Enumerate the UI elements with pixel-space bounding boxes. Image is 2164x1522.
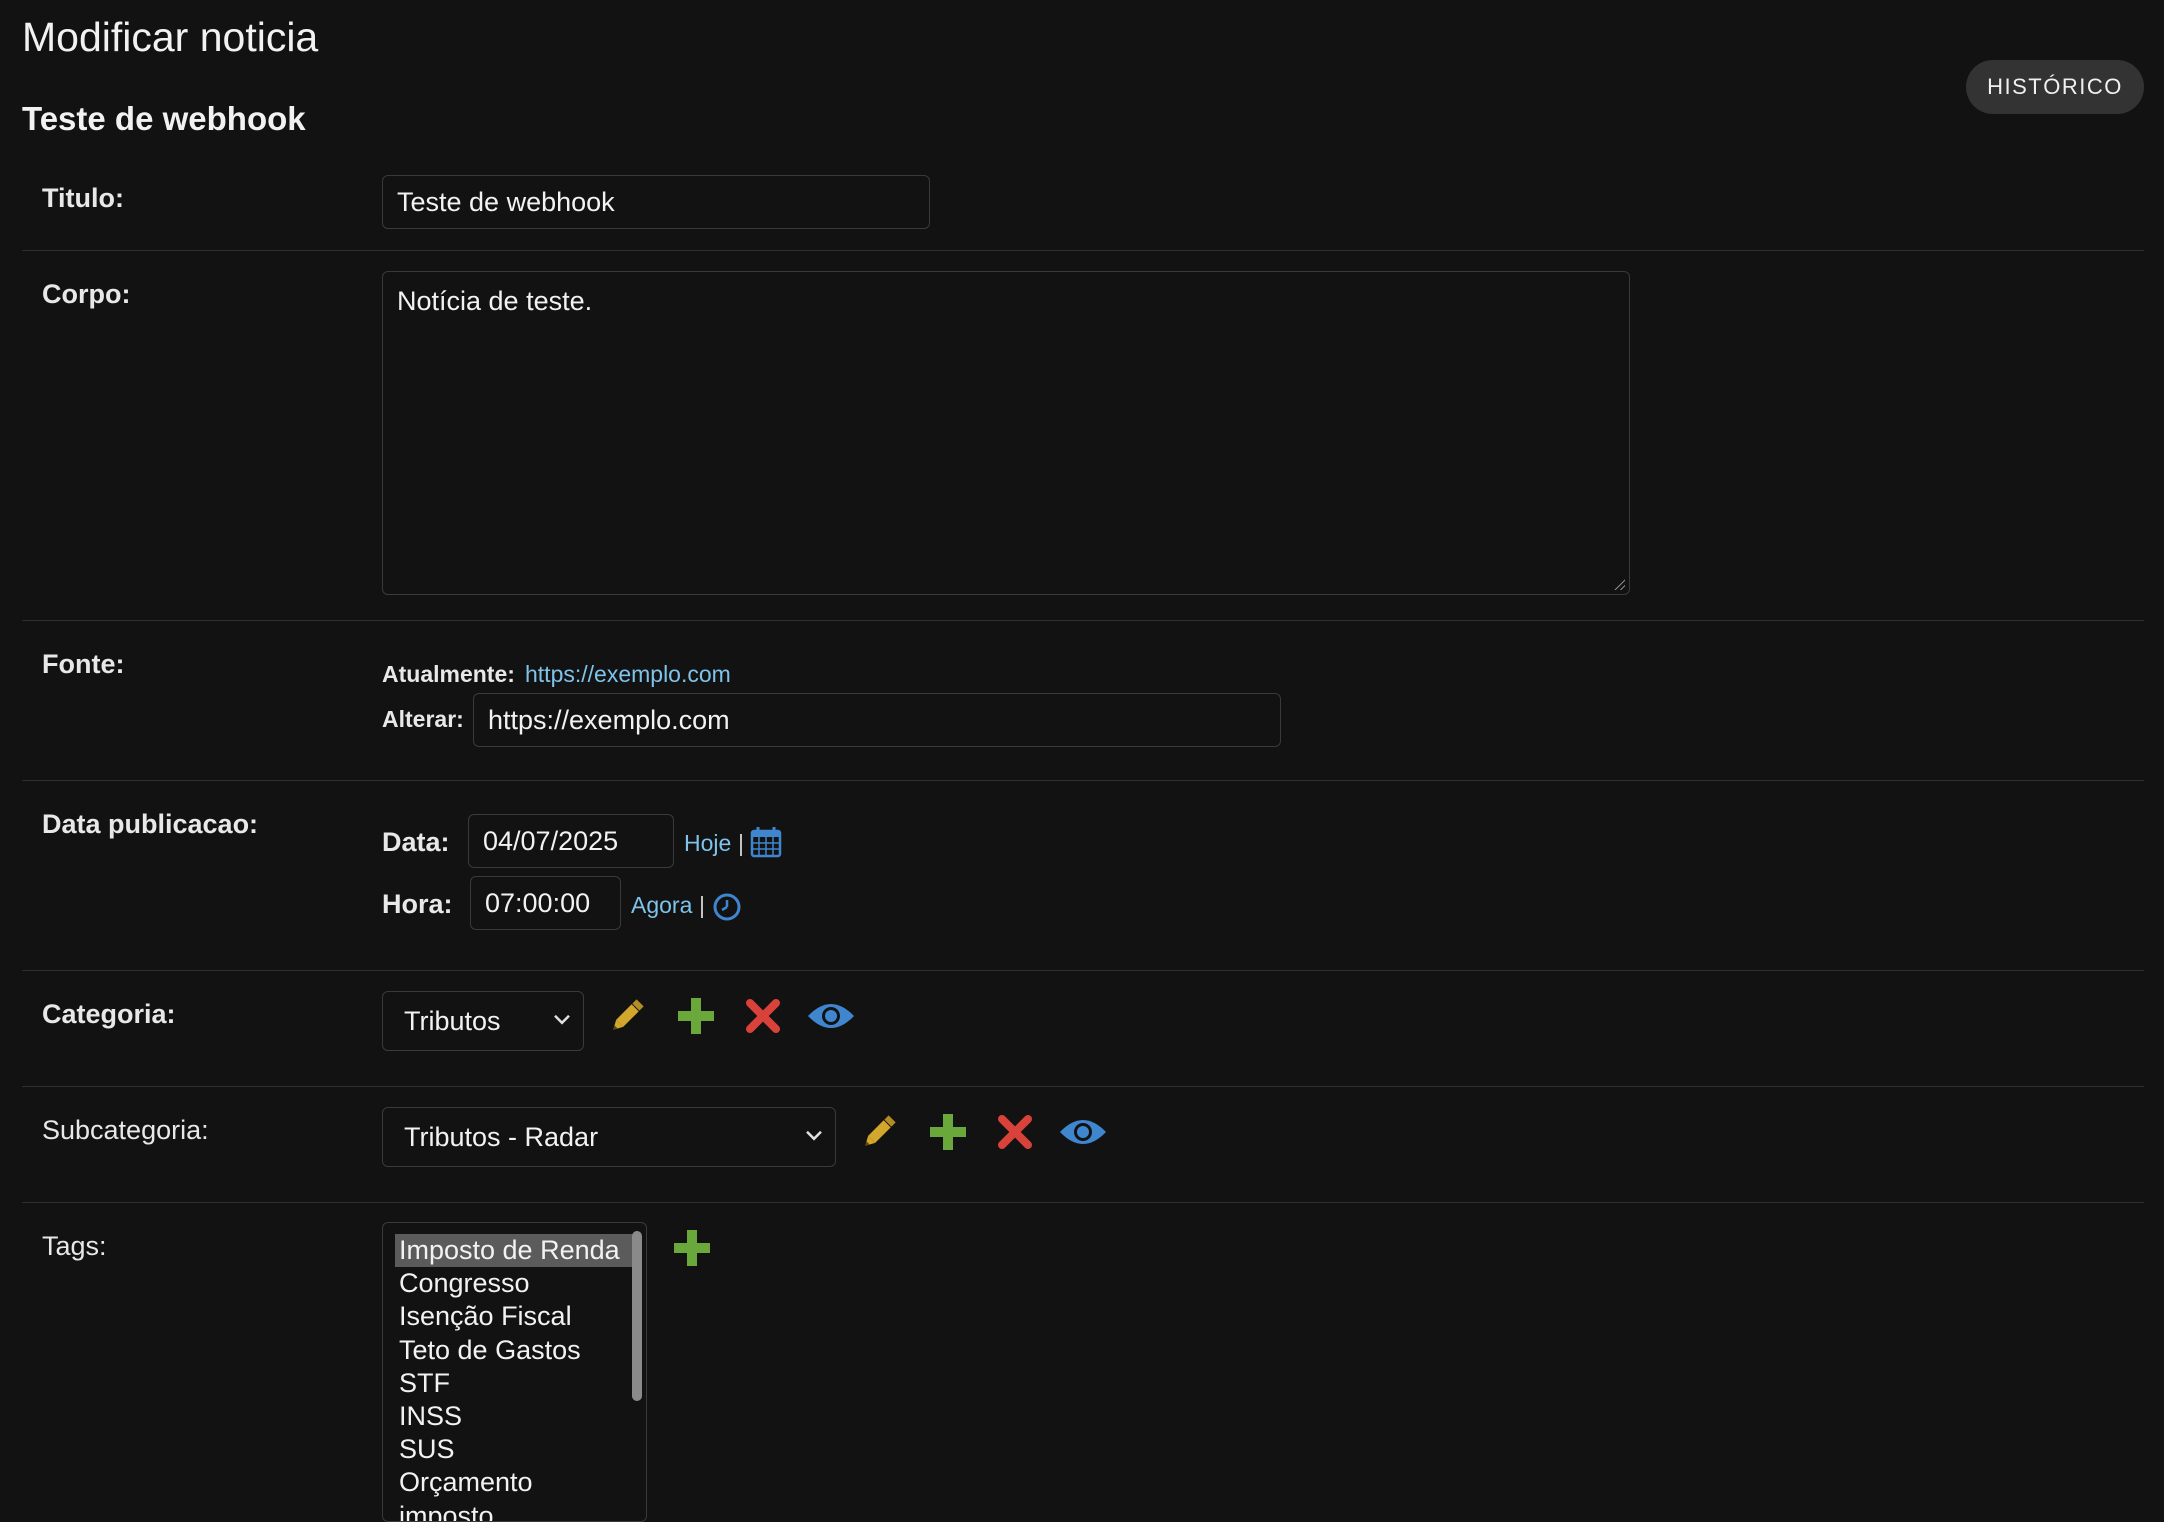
- tag-option[interactable]: Teto de Gastos: [383, 1334, 646, 1367]
- fonte-current-label: Atualmente:: [382, 661, 515, 687]
- time-input[interactable]: 07:00:00: [470, 876, 621, 930]
- date-value: 04/07/2025: [483, 825, 619, 856]
- row-divider: [22, 1086, 2144, 1087]
- tag-option[interactable]: Imposto de Renda: [395, 1234, 636, 1268]
- clock-icon[interactable]: [712, 892, 742, 922]
- tag-option[interactable]: imposto: [383, 1500, 646, 1522]
- fonte-change-label: Alterar:: [382, 706, 464, 732]
- categoria-select[interactable]: Tributos: [382, 991, 584, 1051]
- object-title: Teste de webhook: [22, 100, 306, 137]
- subcategoria-select[interactable]: Tributos - Radar: [382, 1107, 836, 1167]
- eye-icon[interactable]: [1058, 1114, 1108, 1150]
- fonte-value: https://exemplo.com: [488, 704, 730, 735]
- time-label: Hora:: [382, 889, 453, 919]
- plus-icon[interactable]: [672, 1228, 712, 1268]
- history-button[interactable]: HISTÓRICO: [1966, 60, 2144, 114]
- tag-option[interactable]: Congresso: [383, 1267, 646, 1300]
- tag-option[interactable]: STF: [383, 1367, 646, 1400]
- plus-icon[interactable]: [676, 996, 716, 1036]
- calendar-icon[interactable]: [750, 826, 782, 858]
- separator: |: [699, 892, 705, 918]
- subcategoria-label: Subcategoria:: [42, 1115, 209, 1145]
- plus-icon[interactable]: [928, 1112, 968, 1152]
- data-publicacao-label: Data publicacao:: [42, 809, 259, 839]
- chevron-down-icon: [554, 1014, 570, 1025]
- fonte-label: Fonte:: [42, 649, 125, 679]
- pencil-icon[interactable]: [856, 1111, 900, 1155]
- tag-option[interactable]: Isenção Fiscal: [383, 1300, 646, 1333]
- corpo-textarea[interactable]: Notícia de teste.: [382, 271, 1630, 595]
- today-link[interactable]: Hoje: [684, 830, 731, 857]
- row-divider: [22, 780, 2144, 781]
- fonte-current-link[interactable]: https://exemplo.com: [525, 661, 731, 688]
- tags-multiselect[interactable]: Imposto de Renda Congresso Isenção Fisca…: [382, 1222, 647, 1522]
- fonte-input[interactable]: https://exemplo.com: [473, 693, 1281, 747]
- resize-handle[interactable]: [1613, 578, 1625, 590]
- titulo-value: Teste de webhook: [397, 186, 615, 217]
- date-input[interactable]: 04/07/2025: [468, 814, 674, 868]
- tag-option[interactable]: Orçamento: [383, 1466, 646, 1499]
- x-icon[interactable]: [997, 1114, 1033, 1150]
- categoria-selected: Tributos: [404, 1005, 501, 1036]
- time-value: 07:00:00: [485, 887, 591, 918]
- categoria-label: Categoria:: [42, 999, 176, 1029]
- tags-label: Tags:: [42, 1231, 107, 1261]
- date-label: Data:: [382, 827, 450, 857]
- tag-option[interactable]: INSS: [383, 1400, 646, 1433]
- row-divider: [22, 1202, 2144, 1203]
- row-divider: [22, 620, 2144, 621]
- eye-icon[interactable]: [806, 998, 856, 1034]
- titulo-input[interactable]: Teste de webhook: [382, 175, 930, 229]
- titulo-label: Titulo:: [42, 183, 124, 213]
- page-title: Modificar noticia: [22, 14, 319, 60]
- chevron-down-icon: [806, 1130, 822, 1141]
- row-divider: [22, 970, 2144, 971]
- corpo-value: Notícia de teste.: [397, 286, 593, 316]
- separator: |: [738, 830, 744, 856]
- corpo-label: Corpo:: [42, 279, 131, 309]
- scrollbar[interactable]: [632, 1231, 642, 1401]
- tag-option[interactable]: SUS: [383, 1433, 646, 1466]
- subcategoria-selected: Tributos - Radar: [404, 1121, 599, 1152]
- now-link[interactable]: Agora: [631, 892, 692, 919]
- x-icon[interactable]: [745, 998, 781, 1034]
- row-divider: [22, 250, 2144, 251]
- pencil-icon[interactable]: [604, 995, 648, 1039]
